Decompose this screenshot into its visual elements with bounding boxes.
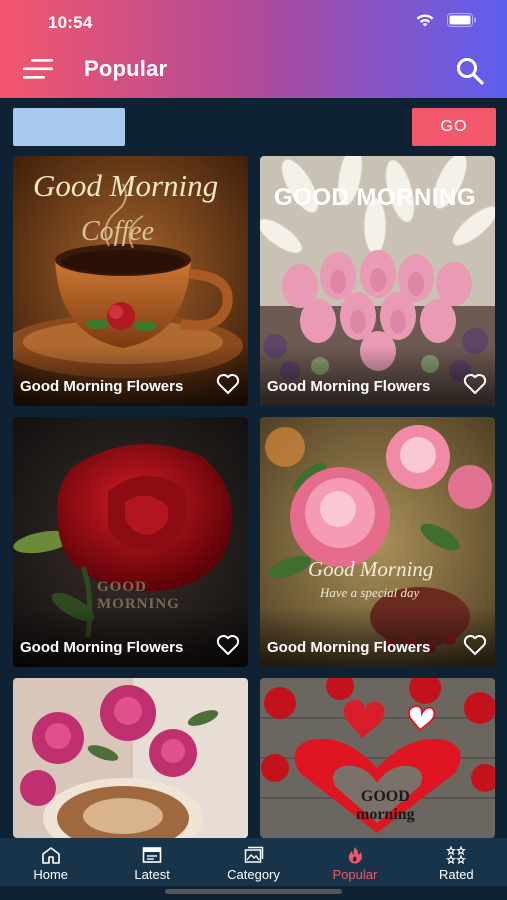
card-caption: Good Morning Flowers bbox=[20, 378, 184, 395]
nav-item-home[interactable]: Home bbox=[0, 838, 101, 886]
status-icons bbox=[415, 12, 477, 28]
page-title: Popular bbox=[84, 56, 168, 81]
wallpaper-image bbox=[260, 678, 495, 838]
wifi-icon bbox=[416, 14, 434, 27]
hamburger-icon[interactable] bbox=[22, 58, 54, 80]
nav-item-rated[interactable]: Rated bbox=[406, 838, 507, 886]
heart-icon[interactable] bbox=[463, 634, 487, 656]
wallpaper-card[interactable]: GOOD morning bbox=[260, 678, 495, 838]
card-caption: Good Morning Flowers bbox=[267, 639, 431, 656]
battery-icon bbox=[447, 13, 476, 27]
card-caption: Good Morning Flowers bbox=[267, 378, 431, 395]
wallpaper-card[interactable]: GOOD MORNING Good Morning Flowers bbox=[260, 156, 495, 406]
wallpaper-card[interactable]: Good Morning Coffee Good Morning Flowers bbox=[13, 156, 248, 406]
heart-icon[interactable] bbox=[216, 634, 240, 656]
home-icon bbox=[41, 847, 60, 864]
bottom-navigation: Home Latest Category Popular Rated bbox=[0, 838, 507, 886]
home-indicator[interactable] bbox=[165, 889, 342, 894]
nav-label: Latest bbox=[134, 867, 170, 882]
go-button[interactable]: GO bbox=[412, 108, 496, 146]
heart-icon[interactable] bbox=[216, 373, 240, 395]
search-input[interactable] bbox=[13, 108, 125, 146]
nav-label: Rated bbox=[438, 867, 474, 882]
nav-item-popular[interactable]: Popular bbox=[304, 838, 405, 886]
app-header: 10:54 Popular bbox=[0, 0, 507, 98]
wallpaper-card[interactable] bbox=[13, 678, 248, 838]
fire-icon bbox=[348, 847, 362, 864]
card-caption: Good Morning Flowers bbox=[20, 639, 184, 656]
gallery-icon bbox=[244, 846, 263, 863]
heart-icon[interactable] bbox=[463, 373, 487, 395]
wallpaper-card[interactable]: GOOD MORNING Good Morning Flowers bbox=[13, 417, 248, 667]
wallpaper-card[interactable]: Good Morning Have a special day Good Mor… bbox=[260, 417, 495, 667]
calendar-icon bbox=[142, 847, 162, 863]
nav-item-latest[interactable]: Latest bbox=[101, 838, 202, 886]
nav-label: Home bbox=[33, 867, 69, 882]
nav-label: Category bbox=[227, 867, 280, 882]
stars-icon bbox=[446, 846, 467, 864]
status-time: 10:54 bbox=[48, 13, 93, 32]
wallpaper-image bbox=[13, 678, 248, 838]
nav-item-category[interactable]: Category bbox=[203, 838, 304, 886]
search-icon[interactable] bbox=[455, 56, 485, 86]
content-area: GO Good Morning Coffee Good Morning Flow… bbox=[0, 98, 507, 838]
nav-label: Popular bbox=[332, 867, 378, 882]
